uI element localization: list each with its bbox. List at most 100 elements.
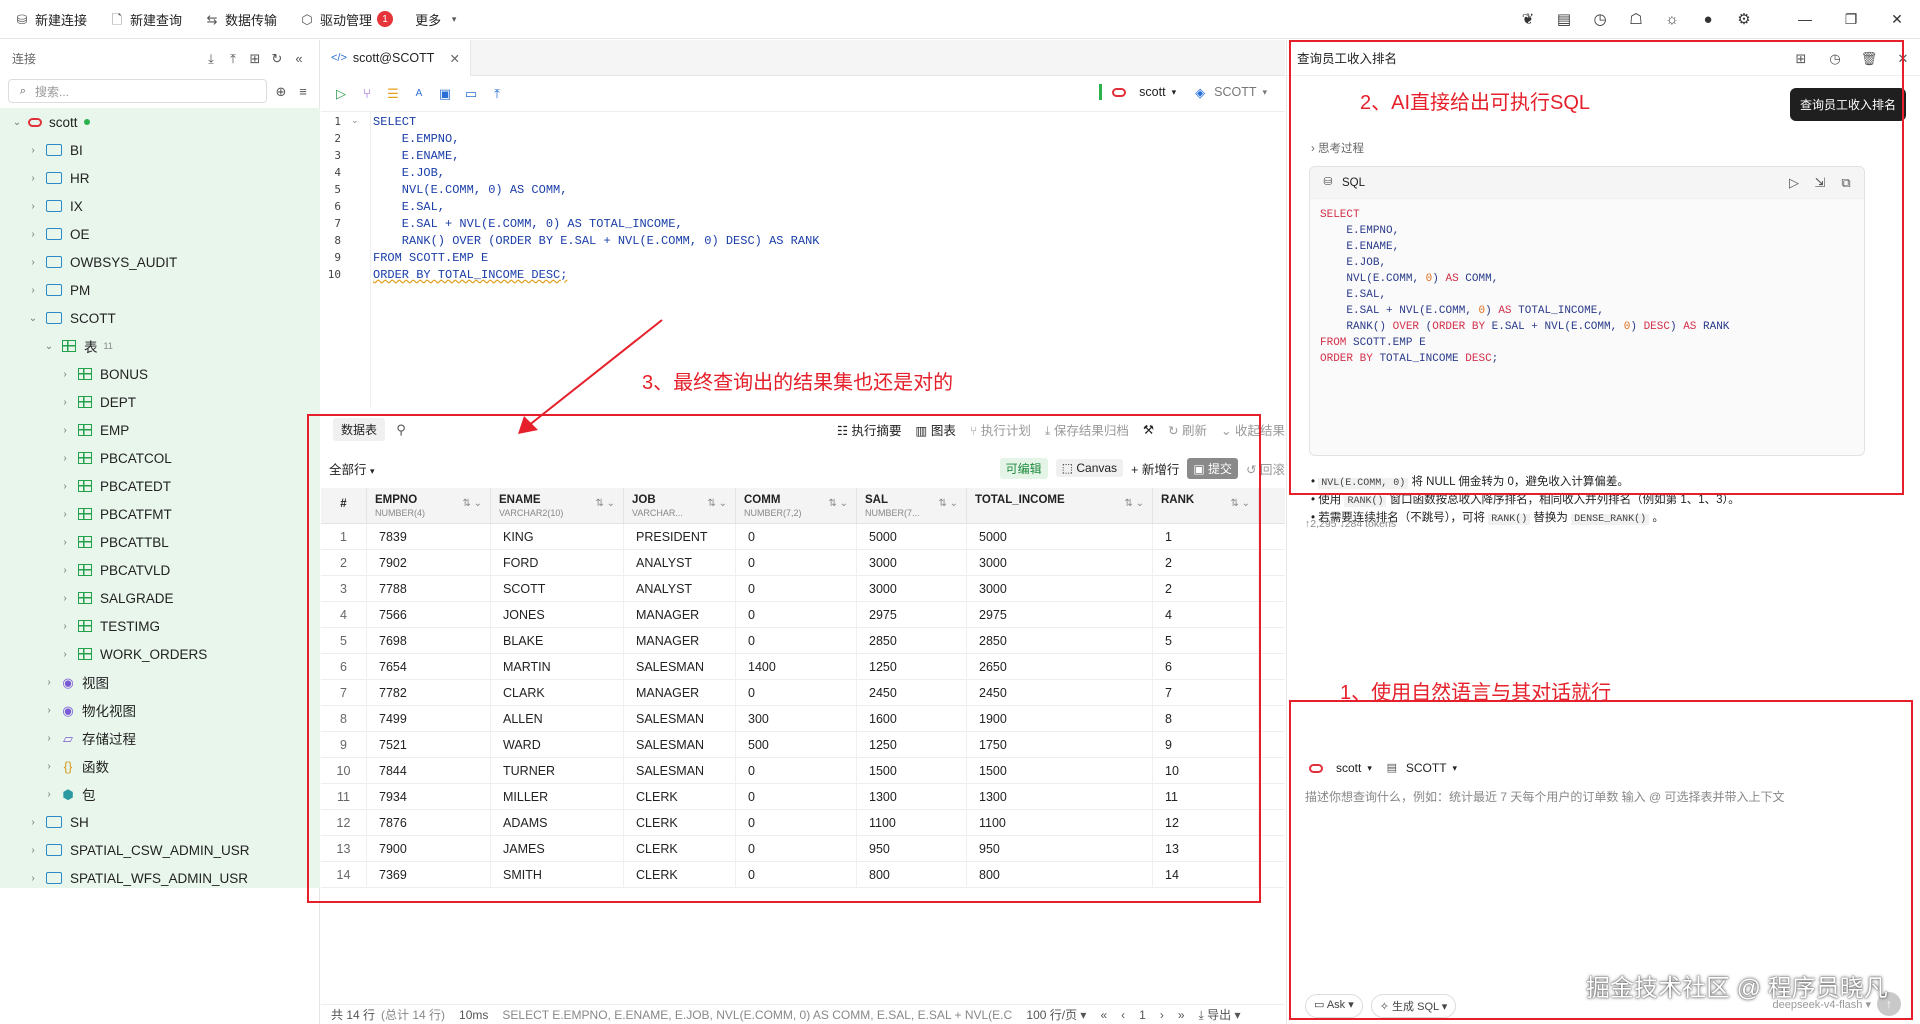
chevron-right-icon[interactable]: › <box>26 229 40 240</box>
branch-icon[interactable]: ⑂ <box>359 86 375 102</box>
chevron-right-icon[interactable]: › <box>58 481 72 492</box>
upload-icon[interactable]: ⤒ <box>489 86 505 102</box>
fold-icon[interactable]: ⌄ <box>351 115 359 126</box>
tree-item[interactable]: › PBCATEDT <box>0 472 320 500</box>
driver-management-button[interactable]: ⬡ 驱动管理 1 <box>299 10 394 29</box>
settings-icon[interactable]: ⚙ <box>1736 12 1752 28</box>
tree-item[interactable]: › OWBSYS_AUDIT <box>0 248 320 276</box>
tree-item[interactable]: › PBCATCOL <box>0 444 320 472</box>
format-icon[interactable]: ☰ <box>385 86 401 102</box>
new-folder-icon[interactable]: ⊞ <box>247 50 263 66</box>
sql-editor[interactable]: 1 2 3 4 5 6 7 8 9 10 ⌄ SELECT E.EMPNO, E.ENAME, E.… <box>321 112 1285 407</box>
chevron-down-icon[interactable]: ⌄ <box>26 313 40 324</box>
tree-item[interactable]: › PBCATTBL <box>0 528 320 556</box>
chevron-right-icon[interactable]: › <box>26 173 40 184</box>
search-input[interactable]: ⌕ 搜索... <box>8 79 267 103</box>
chevron-right-icon[interactable]: › <box>26 257 40 268</box>
tree-item[interactable]: › PBCATVLD <box>0 556 320 584</box>
tree-item[interactable]: › PM <box>0 276 320 304</box>
tree-item[interactable]: › SH <box>0 808 320 836</box>
tree-item[interactable]: › SALGRADE <box>0 584 320 612</box>
chevron-right-icon[interactable]: › <box>42 761 56 772</box>
chevron-right-icon[interactable]: › <box>58 425 72 436</box>
tree-item[interactable]: ⌄ 表 11 <box>0 332 320 360</box>
tree-item[interactable]: › DEPT <box>0 388 320 416</box>
chevron-right-icon[interactable]: › <box>58 593 72 604</box>
filter-icon[interactable]: ≡ <box>295 83 311 99</box>
chevron-right-icon[interactable]: › <box>26 201 40 212</box>
chevron-right-icon[interactable]: › <box>42 789 56 800</box>
last-page-button[interactable]: » <box>1178 1008 1185 1022</box>
import-icon[interactable]: ⤓ <box>203 50 219 66</box>
tree-item[interactable]: › ⬢ 包 <box>0 780 320 808</box>
chevron-down-icon[interactable]: ⌄ <box>42 341 56 352</box>
refresh-icon[interactable]: ↻ <box>269 50 285 66</box>
more-menu[interactable]: 更多 ▾ <box>415 10 462 29</box>
chevron-right-icon[interactable]: › <box>42 733 56 744</box>
font-icon[interactable]: A <box>411 86 427 102</box>
data-transfer-button[interactable]: ⇆ 数据传输 <box>204 10 277 29</box>
export-icon[interactable]: ⤒ <box>225 50 241 66</box>
collapse-sidebar-icon[interactable]: « <box>291 50 307 66</box>
export-button[interactable]: ⤓ 导出 ▾ <box>1199 1006 1241 1023</box>
tree-item[interactable]: › BI <box>0 136 320 164</box>
chevron-right-icon[interactable]: › <box>42 677 56 688</box>
locate-icon[interactable]: ⊕ <box>273 83 289 99</box>
connection-select[interactable]: scott <box>1139 85 1165 99</box>
tree-item-label: 包 <box>82 788 96 803</box>
tree-item[interactable]: › OE <box>0 220 320 248</box>
chevron-right-icon[interactable]: › <box>58 537 72 548</box>
first-page-button[interactable]: « <box>1100 1008 1107 1022</box>
chevron-down-icon[interactable]: ⌄ <box>10 117 24 128</box>
chevron-right-icon[interactable]: › <box>58 453 72 464</box>
tree-item[interactable]: › BONUS <box>0 360 320 388</box>
chevron-right-icon[interactable]: › <box>58 565 72 576</box>
chevron-right-icon[interactable]: › <box>58 369 72 380</box>
chevron-right-icon[interactable]: › <box>58 397 72 408</box>
history-icon[interactable]: ◷ <box>1592 12 1608 28</box>
new-query-button[interactable]: 🗋 新建查询 <box>109 10 182 29</box>
tab-scott-query[interactable]: </> scott@SCOTT ✕ <box>321 40 471 76</box>
close-tab-icon[interactable]: ✕ <box>450 51 460 66</box>
notification-icon[interactable]: ❦ <box>1520 12 1536 28</box>
tree-item[interactable]: › ◉ 物化视图 <box>0 696 320 724</box>
tree-item[interactable]: › TESTIMG <box>0 612 320 640</box>
chevron-right-icon[interactable]: › <box>26 285 40 296</box>
theme-icon[interactable]: ☼ <box>1664 12 1680 28</box>
chevron-right-icon[interactable]: › <box>26 817 40 828</box>
schema-select[interactable]: SCOTT <box>1214 85 1256 99</box>
github-icon[interactable]: ● <box>1700 12 1716 28</box>
tree-item[interactable]: › EMP <box>0 416 320 444</box>
chevron-right-icon[interactable]: › <box>58 509 72 520</box>
tree-item[interactable]: › WORK_ORDERS <box>0 640 320 668</box>
tree-item[interactable]: ⌄ SCOTT <box>0 304 320 332</box>
tree-item[interactable]: › ◉ 视图 <box>0 668 320 696</box>
chevron-right-icon[interactable]: › <box>26 845 40 856</box>
robot-icon[interactable]: ☖ <box>1628 12 1644 28</box>
maximize-button[interactable]: ❐ <box>1828 11 1874 28</box>
chevron-right-icon[interactable]: › <box>58 621 72 632</box>
new-connection-button[interactable]: ⛁ 新建连接 <box>14 10 87 29</box>
page-size-select[interactable]: 100 行/页 ▾ <box>1026 1006 1086 1023</box>
save-icon[interactable]: ▣ <box>437 86 453 102</box>
open-icon[interactable]: ▭ <box>463 86 479 102</box>
chevron-right-icon[interactable]: › <box>26 873 40 884</box>
run-icon[interactable]: ▷ <box>333 86 349 102</box>
tree-item[interactable]: › SPATIAL_CSW_ADMIN_USR <box>0 836 320 864</box>
tree-item[interactable]: › PBCATFMT <box>0 500 320 528</box>
tree-item[interactable]: › HR <box>0 164 320 192</box>
page-number[interactable]: 1 <box>1139 1008 1146 1022</box>
tree-item[interactable]: › SPATIAL_WFS_ADMIN_USR <box>0 864 320 892</box>
chevron-right-icon[interactable]: › <box>26 145 40 156</box>
next-page-button[interactable]: › <box>1160 1008 1164 1022</box>
chevron-right-icon[interactable]: › <box>58 649 72 660</box>
tree-item[interactable]: › IX <box>0 192 320 220</box>
prev-page-button[interactable]: ‹ <box>1121 1008 1125 1022</box>
bookmark-icon[interactable]: ▤ <box>1556 12 1572 28</box>
tree-item[interactable]: ⌄ scott <box>0 108 320 136</box>
close-button[interactable]: ✕ <box>1874 11 1920 28</box>
minimize-button[interactable]: — <box>1782 11 1828 28</box>
tree-item[interactable]: › ▱ 存储过程 <box>0 724 320 752</box>
chevron-right-icon[interactable]: › <box>42 705 56 716</box>
tree-item[interactable]: › {} 函数 <box>0 752 320 780</box>
